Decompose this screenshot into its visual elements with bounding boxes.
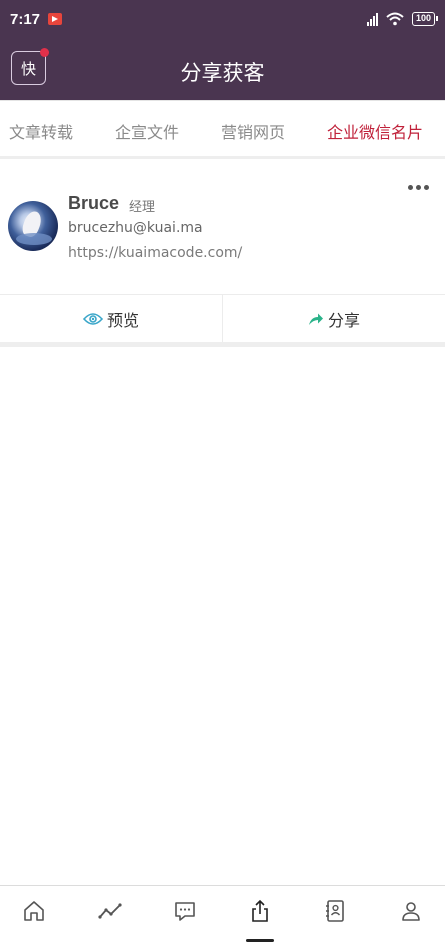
tab-marketing-pages[interactable]: 营销网页	[221, 119, 285, 143]
card-url: https://kuaimacode.com/	[68, 245, 243, 261]
message-icon	[175, 902, 195, 921]
preview-button[interactable]: 预览	[0, 295, 222, 342]
nav-profile[interactable]	[396, 896, 426, 926]
card-email: brucezhu@kuai.ma	[68, 220, 203, 236]
battery-icon: 100	[411, 12, 439, 26]
tab-wechat-card[interactable]: 企业微信名片	[327, 119, 423, 143]
status-bar: 7:17 100	[0, 0, 445, 38]
app-header: 快 分享获客	[0, 38, 445, 100]
share-upload-icon	[252, 899, 268, 922]
business-card: Bruce 经理 brucezhu@kuai.ma https://kuaima…	[0, 159, 445, 347]
notification-dot	[40, 48, 49, 57]
card-actions: 预览 分享	[0, 294, 445, 342]
page-title: 分享获客	[180, 61, 265, 85]
more-options-icon[interactable]	[408, 185, 429, 190]
nav-share[interactable]	[245, 896, 275, 926]
status-icons: 100	[366, 12, 439, 26]
nav-home[interactable]	[19, 896, 49, 926]
nav-trends[interactable]	[95, 896, 125, 926]
share-label: 分享	[327, 310, 360, 330]
category-tabs: 文章转载 企宣文件 营销网页 企业微信名片	[0, 100, 445, 156]
trend-chart-icon	[98, 903, 122, 919]
home-icon	[24, 901, 44, 921]
signal-icon	[366, 12, 378, 26]
active-tab-indicator	[246, 939, 274, 942]
card-divider	[0, 342, 445, 347]
share-arrow-icon	[308, 313, 323, 325]
card-role: 经理	[129, 200, 156, 215]
contacts-book-icon	[326, 900, 344, 922]
card-name: Bruce	[68, 193, 120, 213]
nav-contacts[interactable]	[320, 896, 350, 926]
avatar	[8, 201, 58, 251]
wifi-icon	[386, 12, 404, 26]
bottom-nav	[0, 885, 445, 943]
nav-messages[interactable]	[170, 896, 200, 926]
screen-record-icon	[48, 13, 63, 25]
share-button[interactable]: 分享	[222, 295, 445, 342]
eye-icon	[82, 312, 103, 325]
tab-company-files[interactable]: 企宣文件	[115, 119, 179, 143]
preview-label: 预览	[106, 310, 139, 330]
status-time: 7:17	[10, 10, 41, 28]
tab-article-repost[interactable]: 文章转载	[9, 119, 73, 143]
profile-icon	[402, 902, 420, 921]
